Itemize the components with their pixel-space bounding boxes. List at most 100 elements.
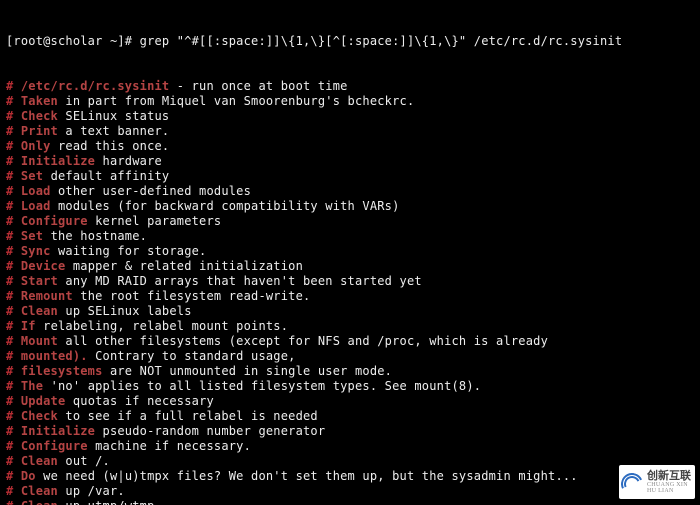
comment-hash: # [6,229,21,243]
line-rest: default affinity [43,169,169,183]
comment-hash: # [6,424,21,438]
output-line: # Set default affinity [6,169,694,184]
highlight-token: Clean [21,454,58,468]
highlight-token: filesystems [21,364,103,378]
highlight-token: Mount [21,334,58,348]
shell-command: grep "^#[[:space:]]\{1,\}[^[:space:]]\{1… [140,34,623,48]
comment-hash: # [6,169,21,183]
command-line: [root@scholar ~]# grep "^#[[:space:]]\{1… [6,34,694,49]
terminal-output[interactable]: [root@scholar ~]# grep "^#[[:space:]]\{1… [0,0,700,505]
output-line: # Configure machine if necessary. [6,439,694,454]
line-rest: kernel parameters [88,214,222,228]
shell-prompt: [root@scholar ~]# [6,34,132,48]
highlight-token: mounted). [21,349,88,363]
line-rest: waiting for storage. [51,244,207,258]
output-line: # Load other user-defined modules [6,184,694,199]
watermark: 创新互联 CHUANG XIN HU LIAN [619,465,695,499]
comment-hash: # [6,439,21,453]
highlight-token: Load [21,184,51,198]
line-rest: Contrary to standard usage, [88,349,296,363]
highlight-token: Check [21,409,58,423]
comment-hash: # [6,394,21,408]
highlight-token: Start [21,274,58,288]
output-line: # Clean up SELinux labels [6,304,694,319]
line-rest: read this once. [51,139,170,153]
highlight-token: Configure [21,214,88,228]
highlight-token: Do [21,469,36,483]
highlight-token: Clean [21,484,58,498]
highlight-token: Set [21,169,43,183]
comment-hash: # [6,484,21,498]
comment-hash: # [6,94,21,108]
highlight-token: Clean [21,499,58,505]
line-rest: 'no' applies to all listed filesystem ty… [43,379,481,393]
watermark-logo-icon [621,471,643,493]
comment-hash: # [6,499,21,505]
output-line: # /etc/rc.d/rc.sysinit - run once at boo… [6,79,694,94]
comment-hash: # [6,184,21,198]
comment-hash: # [6,154,21,168]
output-line: # Device mapper & related initialization [6,259,694,274]
comment-hash: # [6,259,21,273]
highlight-token: Taken [21,94,58,108]
comment-hash: # [6,409,21,423]
highlight-token: Remount [21,289,73,303]
highlight-token: Check [21,109,58,123]
comment-hash: # [6,454,21,468]
comment-hash: # [6,364,21,378]
output-line: # Mount all other filesystems (except fo… [6,334,694,349]
comment-hash: # [6,334,21,348]
line-rest: in part from Miquel van Smoorenburg's bc… [58,94,414,108]
line-rest: any MD RAID arrays that haven't been sta… [58,274,422,288]
line-rest: SELinux status [58,109,169,123]
output-line: # Clean out /. [6,454,694,469]
line-rest: the hostname. [43,229,147,243]
comment-hash: # [6,304,21,318]
output-line: # Check SELinux status [6,109,694,124]
line-rest: relabeling, relabel mount points. [36,319,288,333]
output-line: # Print a text banner. [6,124,694,139]
line-rest: quotas if necessary [65,394,214,408]
line-rest: are NOT unmounted in single user mode. [103,364,393,378]
line-rest: out /. [58,454,110,468]
highlight-token: The [21,379,43,393]
comment-hash: # [6,274,21,288]
output-line: # Sync waiting for storage. [6,244,694,259]
output-line: # Set the hostname. [6,229,694,244]
comment-hash: # [6,124,21,138]
highlight-token: Sync [21,244,51,258]
comment-hash: # [6,109,21,123]
line-rest: mapper & related initialization [65,259,303,273]
line-rest: hardware [95,154,162,168]
highlight-token: If [21,319,36,333]
line-rest: up SELinux labels [58,304,192,318]
output-line: # Taken in part from Miquel van Smoorenb… [6,94,694,109]
line-rest: the root filesystem read-write. [73,289,311,303]
line-rest: we need (w|u)tmpx files? We don't set th… [36,469,578,483]
output-line: # Check to see if a full relabel is need… [6,409,694,424]
grep-output: # /etc/rc.d/rc.sysinit - run once at boo… [6,79,694,505]
watermark-title: 创新互联 [647,470,691,482]
line-rest: - run once at boot time [169,79,347,93]
line-rest: up /var. [58,484,125,498]
comment-hash: # [6,469,21,483]
output-line: # Only read this once. [6,139,694,154]
output-line: # Update quotas if necessary [6,394,694,409]
output-line: # Remount the root filesystem read-write… [6,289,694,304]
highlight-token: Device [21,259,66,273]
comment-hash: # [6,289,21,303]
output-line: # mounted). Contrary to standard usage, [6,349,694,364]
highlight-token: Clean [21,304,58,318]
watermark-subtitle: CHUANG XIN HU LIAN [647,482,691,494]
output-line: # Do we need (w|u)tmpx files? We don't s… [6,469,694,484]
comment-hash: # [6,199,21,213]
line-rest: to see if a full relabel is needed [58,409,318,423]
comment-hash: # [6,139,21,153]
output-line: # filesystems are NOT unmounted in singl… [6,364,694,379]
output-line: # If relabeling, relabel mount points. [6,319,694,334]
line-rest: machine if necessary. [88,439,251,453]
highlight-token: Initialize [21,154,95,168]
comment-hash: # [6,379,21,393]
highlight-token: /etc/rc.d/rc.sysinit [21,79,170,93]
comment-hash: # [6,244,21,258]
